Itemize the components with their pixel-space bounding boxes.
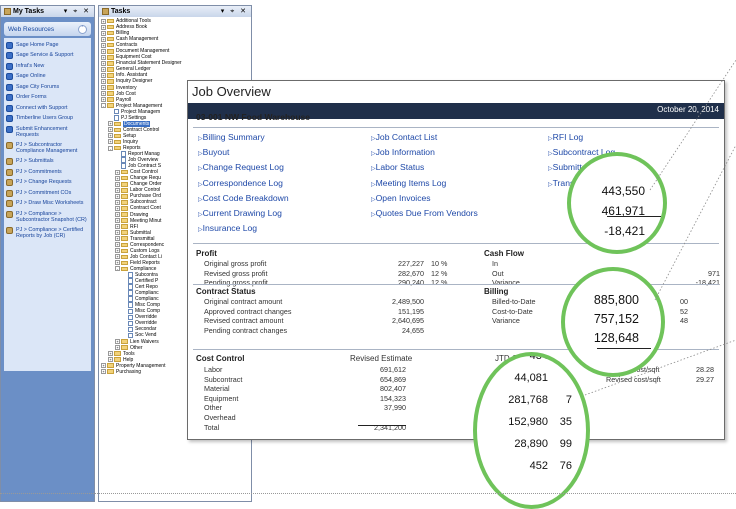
bottom-dotted-rule — [0, 493, 736, 494]
callout-leader-lines — [584, 59, 736, 396]
